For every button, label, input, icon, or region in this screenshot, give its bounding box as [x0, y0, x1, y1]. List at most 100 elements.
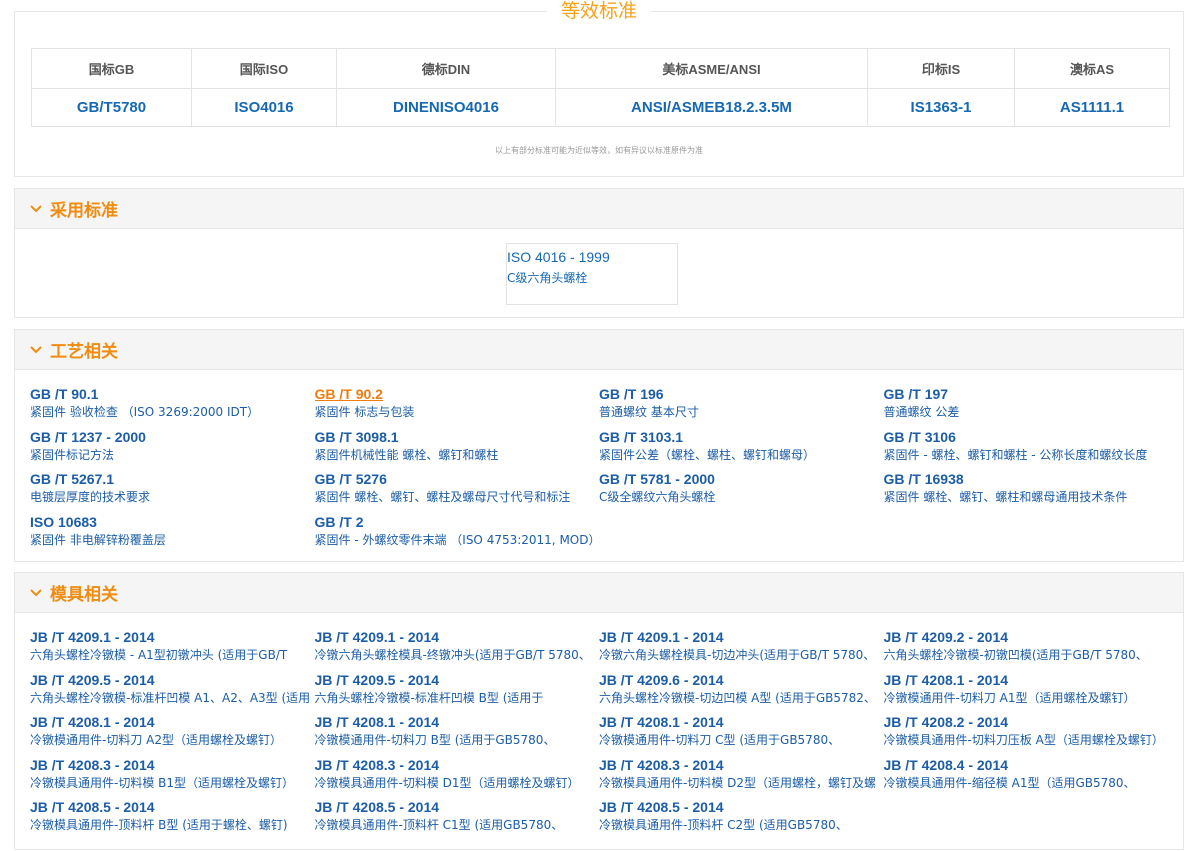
chevron-down-icon[interactable] [29, 586, 43, 600]
standard-code-link[interactable]: JB /T 4209.1 - 2014 [315, 628, 600, 647]
standard-name-link[interactable]: 六角头螺栓冷镦模-标准杆凹模 A1、A2、A3型 (适用 [30, 690, 315, 707]
list-item[interactable]: JB /T 4208.1 - 2014 冷镦模通用件-切料刀 A2型（适用螺栓及螺… [30, 713, 315, 756]
standard-name-link[interactable]: 紧固件标记方法 [30, 447, 315, 464]
standard-name-link[interactable]: 紧固件 螺栓、螺钉、螺柱及螺母尺寸代号和标注 [315, 489, 600, 506]
section-header-adopted[interactable]: 采用标准 [15, 189, 1183, 229]
list-item[interactable]: GB /T 3106 紧固件 - 螺栓、螺钉和螺柱 - 公称长度和螺纹长度 [884, 428, 1169, 471]
standard-code-link[interactable]: GB /T 1237 - 2000 [30, 428, 315, 447]
standard-code-link[interactable]: ISO 10683 [30, 513, 315, 532]
standard-name-link[interactable]: 冷镦模具通用件-缩径模 A1型（适用GB5780、 [884, 775, 1169, 792]
standard-name-link[interactable]: 紧固件 - 螺栓、螺钉和螺柱 - 公称长度和螺纹长度 [884, 447, 1169, 464]
list-item[interactable]: JB /T 4209.5 - 2014 六角头螺栓冷镦模-标准杆凹模 A1、A2、… [30, 671, 315, 714]
section-header-mold[interactable]: 模具相关 [15, 573, 1183, 613]
standard-code-link[interactable]: JB /T 4208.1 - 2014 [315, 713, 600, 732]
standard-name-link[interactable]: 紧固件公差（螺栓、螺柱、螺钉和螺母） [599, 447, 884, 464]
list-item[interactable]: GB /T 3103.1 紧固件公差（螺栓、螺柱、螺钉和螺母） [599, 428, 884, 471]
list-item[interactable]: GB /T 197 普通螺纹 公差 [884, 385, 1169, 428]
standard-name-link[interactable]: 紧固件机械性能 螺栓、螺钉和螺柱 [315, 447, 600, 464]
standard-name-link[interactable]: 紧固件 非电解锌粉覆盖层 [30, 532, 315, 549]
standard-code-link[interactable]: GB /T 3098.1 [315, 428, 600, 447]
standard-code-link[interactable]: JB /T 4208.1 - 2014 [30, 713, 315, 732]
list-item[interactable]: GB /T 90.1 紧固件 验收检查 （ISO 3269:2000 IDT） [30, 385, 315, 428]
list-item[interactable]: ISO 10683 紧固件 非电解锌粉覆盖层 [30, 513, 315, 556]
list-item[interactable]: GB /T 5267.1 电镀层厚度的技术要求 [30, 470, 315, 513]
standard-name-link[interactable]: 普通螺纹 基本尺寸 [599, 404, 884, 421]
list-item[interactable]: JB /T 4209.6 - 2014 六角头螺栓冷镦模-切边凹模 A型 (适用于… [599, 671, 884, 714]
list-item[interactable]: GB /T 2 紧固件 - 外螺纹零件末端 （ISO 4753:2011, MOD… [315, 513, 600, 556]
standard-name-link[interactable]: 冷镦模具通用件-切料刀压板 A型（适用螺栓及螺钉） [884, 732, 1169, 749]
standard-code-link[interactable]: GB /T 3106 [884, 428, 1169, 447]
standard-name-link[interactable]: 六角头螺栓冷镦模 - A1型初镦冲头 (适用于GB/T [30, 647, 315, 664]
list-item[interactable]: JB /T 4209.5 - 2014 六角头螺栓冷镦模-标准杆凹模 B型 (适用… [315, 671, 600, 714]
standard-code-link[interactable]: JB /T 4209.5 - 2014 [30, 671, 315, 690]
standard-code-link[interactable]: JB /T 4208.5 - 2014 [315, 798, 600, 817]
standard-name-link[interactable]: 紧固件 标志与包装 [315, 404, 600, 421]
list-item[interactable]: JB /T 4208.1 - 2014 冷镦模通用件-切料刀 C型 (适用于GB5… [599, 713, 884, 756]
standard-name-link[interactable]: 冷镦模具通用件-顶料杆 B型 (适用于螺栓、螺钉) [30, 817, 315, 834]
standard-code-link[interactable]: JB /T 4208.3 - 2014 [599, 756, 884, 775]
list-item[interactable]: JB /T 4208.1 - 2014 冷镦模通用件-切料刀 B型 (适用于GB5… [315, 713, 600, 756]
standard-code-link[interactable]: GB /T 5781 - 2000 [599, 470, 884, 489]
standard-code-link[interactable]: JB /T 4208.3 - 2014 [30, 756, 315, 775]
list-item[interactable]: GB /T 196 普通螺纹 基本尺寸 [599, 385, 884, 428]
value-asme[interactable]: ANSI/ASMEB18.2.3.5M [555, 88, 868, 127]
chevron-down-icon[interactable] [29, 202, 43, 216]
standard-code-link[interactable]: JB /T 4209.2 - 2014 [884, 628, 1169, 647]
standard-code-link[interactable]: JB /T 4208.2 - 2014 [884, 713, 1169, 732]
standard-code-link[interactable]: JB /T 4209.1 - 2014 [30, 628, 315, 647]
standard-code-link[interactable]: GB /T 196 [599, 385, 884, 404]
value-din[interactable]: DINENISO4016 [336, 88, 556, 127]
standard-name-link[interactable]: 六角头螺栓冷镦模-切边凹模 A型 (适用于GB5782、 [599, 690, 884, 707]
standard-name-link[interactable]: C级全螺纹六角头螺栓 [599, 489, 884, 506]
list-item[interactable]: GB /T 16938 紧固件 螺栓、螺钉、螺柱和螺母通用技术条件 [884, 470, 1169, 513]
chevron-down-icon[interactable] [29, 343, 43, 357]
value-is[interactable]: IS1363-1 [867, 88, 1015, 127]
standard-name-link[interactable]: 冷镦模具通用件-顶料杆 C2型 (适用GB5780、 [599, 817, 884, 834]
list-item[interactable]: JB /T 4208.2 - 2014 冷镦模具通用件-切料刀压板 A型（适用螺栓… [884, 713, 1169, 756]
standard-code-link[interactable]: JB /T 4208.1 - 2014 [884, 671, 1169, 690]
list-item[interactable]: JB /T 4208.3 - 2014 冷镦模具通用件-切料模 D2型（适用螺栓，… [599, 756, 884, 799]
list-item[interactable]: GB /T 5781 - 2000 C级全螺纹六角头螺栓 [599, 470, 884, 513]
list-item[interactable]: JB /T 4209.1 - 2014 冷镦六角头螺栓模具-终镦冲头(适用于GB/… [315, 628, 600, 671]
list-item[interactable]: JB /T 4209.1 - 2014 冷镦六角头螺栓模具-切边冲头(适用于GB/… [599, 628, 884, 671]
adopted-standard-code[interactable]: ISO 4016 - 1999 [507, 248, 677, 266]
standard-name-link[interactable]: 紧固件 验收检查 （ISO 3269:2000 IDT） [30, 404, 315, 421]
standard-code-link[interactable]: GB /T 90.2 [315, 385, 600, 404]
standard-name-link[interactable]: 冷镦模具通用件-切料模 B1型（适用螺栓及螺钉） [30, 775, 315, 792]
list-item[interactable]: JB /T 4208.3 - 2014 冷镦模具通用件-切料模 B1型（适用螺栓及… [30, 756, 315, 799]
standard-code-link[interactable]: GB /T 2 [315, 513, 600, 532]
list-item[interactable]: JB /T 4208.5 - 2014 冷镦模具通用件-顶料杆 B型 (适用于螺栓… [30, 798, 315, 841]
value-as[interactable]: AS1111.1 [1014, 88, 1170, 127]
standard-name-link[interactable]: 冷镦模具通用件-切料模 D1型（适用螺栓及螺钉） [315, 775, 600, 792]
standard-name-link[interactable]: 冷镦模通用件-切料刀 B型 (适用于GB5780、 [315, 732, 600, 749]
list-item[interactable]: JB /T 4209.1 - 2014 六角头螺栓冷镦模 - A1型初镦冲头 (适… [30, 628, 315, 671]
standard-name-link[interactable]: 紧固件 螺栓、螺钉、螺柱和螺母通用技术条件 [884, 489, 1169, 506]
standard-code-link[interactable]: GB /T 197 [884, 385, 1169, 404]
list-item[interactable]: GB /T 3098.1 紧固件机械性能 螺栓、螺钉和螺柱 [315, 428, 600, 471]
adopted-standard-card[interactable]: ISO 4016 - 1999 C级六角头螺栓 [506, 243, 678, 305]
standard-code-link[interactable]: JB /T 4208.1 - 2014 [599, 713, 884, 732]
standard-code-link[interactable]: JB /T 4209.5 - 2014 [315, 671, 600, 690]
standard-name-link[interactable]: 冷镦模通用件-切料刀 A2型（适用螺栓及螺钉） [30, 732, 315, 749]
list-item[interactable]: JB /T 4209.2 - 2014 六角头螺栓冷镦模-初镦凹模(适用于GB/T… [884, 628, 1169, 671]
list-item[interactable]: JB /T 4208.4 - 2014 冷镦模具通用件-缩径模 A1型（适用GB5… [884, 756, 1169, 799]
standard-name-link[interactable]: 冷镦模通用件-切料刀 C型 (适用于GB5780、 [599, 732, 884, 749]
standard-name-link[interactable]: 冷镦六角头螺栓模具-切边冲头(适用于GB/T 5780、 [599, 647, 884, 664]
value-gb[interactable]: GB/T5780 [31, 88, 192, 127]
adopted-standard-name[interactable]: C级六角头螺栓 [507, 271, 677, 285]
list-item[interactable]: JB /T 4208.1 - 2014 冷镦模通用件-切料刀 A1型（适用螺栓及螺… [884, 671, 1169, 714]
value-iso[interactable]: ISO4016 [191, 88, 337, 127]
standard-name-link[interactable]: 冷镦模具通用件-顶料杆 C1型 (适用GB5780、 [315, 817, 600, 834]
standard-code-link[interactable]: JB /T 4208.4 - 2014 [884, 756, 1169, 775]
standard-code-link[interactable]: JB /T 4208.5 - 2014 [30, 798, 315, 817]
list-item[interactable]: GB /T 1237 - 2000 紧固件标记方法 [30, 428, 315, 471]
list-item[interactable]: JB /T 4208.5 - 2014 冷镦模具通用件-顶料杆 C2型 (适用GB… [599, 798, 884, 841]
section-header-process[interactable]: 工艺相关 [15, 330, 1183, 370]
standard-code-link[interactable]: JB /T 4208.5 - 2014 [599, 798, 884, 817]
standard-code-link[interactable]: JB /T 4208.3 - 2014 [315, 756, 600, 775]
standard-name-link[interactable]: 六角头螺栓冷镦模-标准杆凹模 B型 (适用于 [315, 690, 600, 707]
list-item[interactable]: GB /T 5276 紧固件 螺栓、螺钉、螺柱及螺母尺寸代号和标注 [315, 470, 600, 513]
list-item[interactable]: JB /T 4208.5 - 2014 冷镦模具通用件-顶料杆 C1型 (适用GB… [315, 798, 600, 841]
list-item[interactable]: GB /T 90.2 紧固件 标志与包装 [315, 385, 600, 428]
standard-name-link[interactable]: 六角头螺栓冷镦模-初镦凹模(适用于GB/T 5780、 [884, 647, 1169, 664]
